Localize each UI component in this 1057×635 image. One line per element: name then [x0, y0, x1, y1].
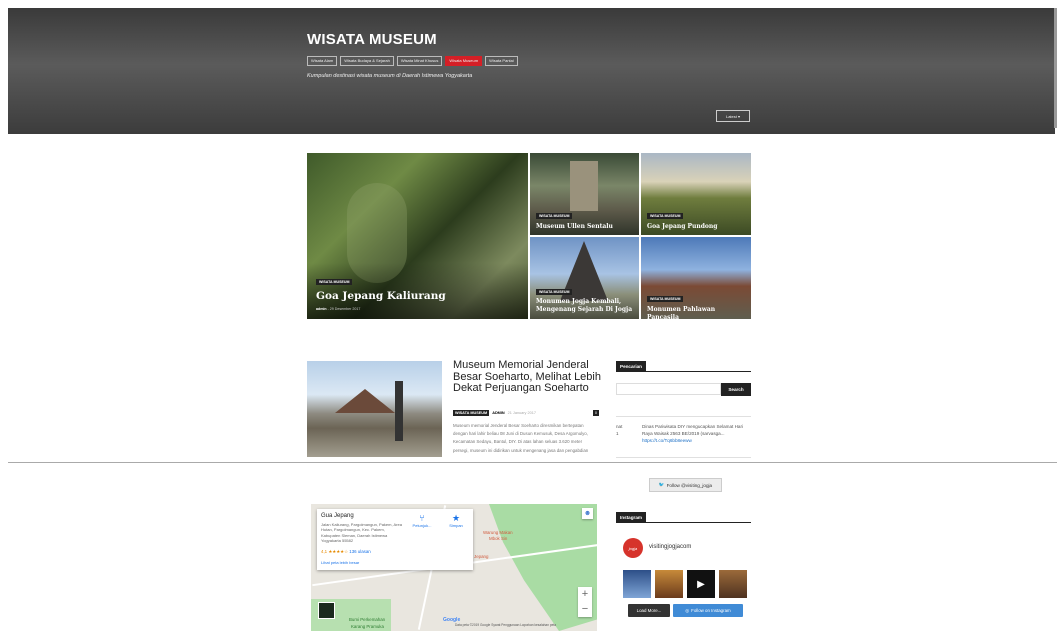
tweet-content: Dinas Pariwisata DIY mengucapkan Selamat… — [642, 423, 751, 444]
featured-meta: admin - 29 Desember 2017 — [316, 307, 361, 311]
instagram-video[interactable]: ▶ — [687, 570, 715, 598]
site-title[interactable]: WISATA MUSEUM — [307, 31, 437, 48]
street-view-icon[interactable]: ☻ — [582, 508, 593, 519]
post-category-badge[interactable]: WISATA MUSEUM — [453, 410, 490, 416]
map-place-name: Gua Jepang — [321, 513, 354, 519]
featured-tile-main[interactable]: WISATA MUSEUM Goa Jepang Kaliurang admin… — [307, 153, 528, 319]
map-footer: Data peta ©2019 Google Syarat Penggunaan… — [455, 623, 557, 627]
map-place-address: Jalan Kaliurang, Pargolmangun, Pakem, Ar… — [321, 522, 402, 544]
map-label-bumi-2: Karang Pramuka — [351, 624, 384, 629]
tweet-text: Dinas Pariwisata DIY mengucapkan Selamat… — [642, 424, 744, 436]
instagram-username[interactable]: visitingjogjacom — [649, 544, 691, 550]
nav-item-wisata-minat-khusus[interactable]: Wisata Minat Khusus — [396, 56, 443, 66]
featured-date: 29 Desember 2017 — [329, 307, 361, 311]
featured-title[interactable]: Goa Jepang Kaliurang — [316, 290, 516, 302]
follow-twitter-label: Follow @visiting_jogja — [666, 482, 713, 488]
instagram-icon: ◎ — [685, 607, 690, 613]
post-author[interactable]: ADMIN — [492, 411, 504, 415]
instagram-photo[interactable] — [623, 570, 651, 598]
nav-item-wisata-pantai[interactable]: Wisata Pantai — [485, 56, 518, 66]
featured-tile-4[interactable]: WISATA MUSEUM Monumen Jogja Kembali, Men… — [530, 237, 639, 319]
tweet-link[interactable]: https://t.co/Tq6bb8eeww — [642, 438, 692, 443]
search-button[interactable]: Search — [721, 383, 751, 396]
site-tagline: Kumpulan destinasi wisata museum di Daer… — [307, 73, 473, 79]
follow-instagram-label: Follow on Instagram — [691, 608, 731, 613]
load-more-button[interactable]: Load More... — [628, 604, 670, 617]
play-icon: ▶ — [697, 578, 705, 590]
featured-tile-2[interactable]: WISATA MUSEUM Museum Ullen Sentalu — [530, 153, 639, 235]
map-place-card: Gua Jepang Jalan Kaliurang, Pargolmangun… — [317, 509, 473, 570]
featured-category-badge[interactable]: WISATA MUSEUM — [536, 289, 573, 295]
twitter-bird-icon: 🐦 — [658, 482, 665, 487]
twitter-feed: nat 1 Dinas Pariwisata DIY mengucapkan S… — [616, 416, 751, 458]
instagram-photo[interactable] — [655, 570, 683, 598]
follow-twitter-button[interactable]: 🐦 Follow @visiting_jogja — [649, 478, 722, 492]
featured-title[interactable]: Monumen Jogja Kembali, Mengenang Sejarah… — [536, 298, 636, 314]
featured-category-badge[interactable]: WISATA MUSEUM — [647, 213, 684, 219]
heading-divider — [616, 522, 751, 523]
nav-item-wisata-alam[interactable]: Wisata Alam — [307, 56, 338, 66]
directions-icon: ⑂ — [419, 513, 425, 523]
zoom-in-button[interactable]: + — [578, 587, 592, 602]
category-nav: Wisata Alam Wisata Budaya & Sejarah Wisa… — [307, 56, 518, 66]
save-button[interactable]: ★ Simpan — [445, 513, 467, 528]
zoom-out-button[interactable]: − — [578, 602, 592, 617]
star-icon: ★ — [451, 513, 461, 523]
save-label: Simpan — [449, 523, 463, 528]
instagram-photo[interactable] — [719, 570, 747, 598]
reviews-link[interactable]: 136 ulasan — [349, 549, 370, 554]
heading-divider — [616, 371, 751, 372]
map-label-warung: Warung Makan — [483, 530, 513, 535]
screenshot-divider — [8, 462, 1057, 463]
post-meta: WISATA MUSEUM ADMIN 21 January 2017 0 — [453, 410, 599, 416]
instagram-avatar[interactable]: jogja — [623, 538, 643, 558]
map-label-warung-2: Mbok Sin — [489, 536, 508, 541]
search-input[interactable] — [616, 383, 721, 395]
follow-instagram-button[interactable]: ◎ Follow on Instagram — [673, 604, 743, 617]
post-title[interactable]: Museum Memorial Jenderal Besar Soeharto,… — [453, 359, 603, 395]
featured-title[interactable]: Monumen Pahlawan Pancasila — [647, 306, 747, 319]
featured-category-badge[interactable]: WISATA MUSEUM — [536, 213, 573, 219]
bigger-map-link[interactable]: Lihat peta lebih besar — [321, 560, 359, 565]
featured-tile-5[interactable]: WISATA MUSEUM Monumen Pahlawan Pancasila — [641, 237, 751, 319]
map-label-bumi: Bumi Perkemahan — [349, 617, 386, 622]
featured-category-badge[interactable]: WISATA MUSEUM — [316, 279, 353, 285]
nav-item-wisata-budaya[interactable]: Wisata Budaya & Sejarah — [340, 56, 394, 66]
featured-author[interactable]: admin — [316, 307, 327, 311]
post-thumbnail[interactable] — [307, 361, 442, 457]
site-header — [8, 8, 1055, 134]
satellite-toggle[interactable] — [318, 602, 335, 619]
map-label-jepang: Jepang — [474, 554, 489, 559]
featured-title[interactable]: Goa Jepang Pundong — [647, 223, 747, 231]
zoom-control: + − — [578, 587, 592, 617]
comment-count-badge[interactable]: 0 — [592, 410, 599, 416]
tweet-partial: nat 1 — [616, 424, 623, 436]
rating-stars: 4,1 ★★★★☆ — [321, 549, 349, 554]
sort-dropdown[interactable]: Latest ▾ — [716, 110, 750, 122]
directions-button[interactable]: ⑂ Petunjuk... — [411, 513, 433, 528]
featured-tile-3[interactable]: WISATA MUSEUM Goa Jepang Pundong — [641, 153, 751, 235]
featured-title[interactable]: Museum Ullen Sentalu — [536, 223, 636, 231]
nav-item-wisata-museum[interactable]: Wisata Museum — [445, 56, 483, 66]
post-date: 21 January 2017 — [507, 411, 536, 415]
map-place-rating: 4,1 ★★★★☆ 136 ulasan — [321, 549, 371, 555]
post-excerpt: Museum memorial Jenderal Besar Soeharto … — [453, 423, 589, 453]
featured-category-badge[interactable]: WISATA MUSEUM — [647, 296, 684, 302]
directions-label: Petunjuk... — [412, 523, 432, 528]
